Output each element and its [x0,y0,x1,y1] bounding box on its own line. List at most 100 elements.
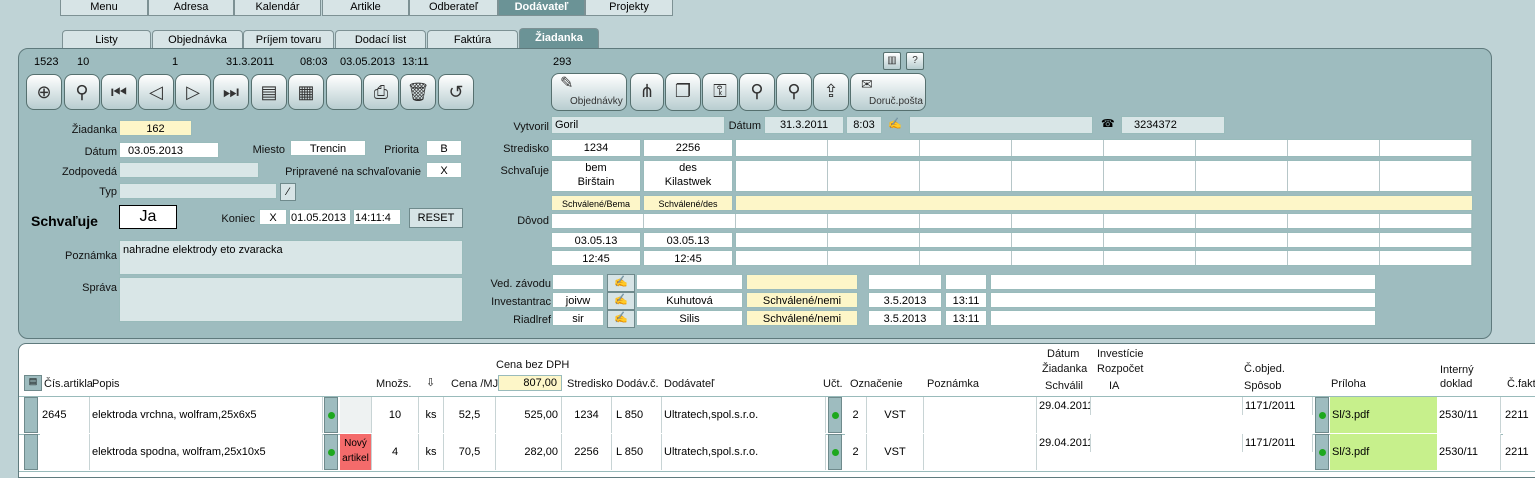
koniec-time-field[interactable]: 14:11:4 [353,209,401,225]
approval-1-sign-icon[interactable]: ✍ [607,274,635,292]
phone-field[interactable]: 3234372 [1121,116,1225,134]
sprava-field[interactable] [119,277,463,322]
cell-oznacenie[interactable]: VST [867,434,924,470]
cell-dodavatel[interactable]: Ultratech,spol.s.r.o. [662,397,826,433]
col-poznamka[interactable]: Poznámka [927,378,979,390]
dovod-cells[interactable] [551,213,1473,229]
tab-faktura[interactable]: Faktúra [427,30,518,49]
cell-mj[interactable]: ks [419,434,444,470]
cell-dodavatel[interactable]: Ultratech,spol.s.r.o. [662,434,826,470]
tab-artikle[interactable]: Artikle [322,0,409,16]
approval-3-sign-icon[interactable]: ✍ [607,310,635,328]
cell-priloha[interactable]: Sl/3.pdf [1330,434,1438,470]
row-status-button[interactable] [324,434,338,470]
cell-dodavc[interactable]: L 850 [612,434,662,470]
cell-investicie[interactable] [1091,397,1243,415]
tab-kalendar[interactable]: Kalendár [234,0,321,16]
supplier-status-button[interactable] [828,397,842,433]
col-rozpocet[interactable]: Rozpočet [1097,363,1143,375]
search-edit-icon[interactable]: ⚲ [776,73,812,111]
col-cis-artikla[interactable]: Čís.artikla [44,378,93,390]
datum-field[interactable]: 03.05.2013 [119,142,219,158]
cell-popis[interactable]: elektroda spodna, wolfram,25x10x5 [90,434,323,470]
export-icon[interactable]: ⇪ [813,73,849,111]
cell-mnoz[interactable]: 4 [372,434,419,470]
attachment-status-button[interactable] [1315,397,1329,433]
col-priloha[interactable]: Príloha [1331,378,1366,390]
notes-icon[interactable]: ▥ [883,52,901,70]
stredisko-1[interactable]: 1234 [551,139,641,157]
cell-oznacenie[interactable]: VST [867,397,924,433]
cell-interny[interactable]: 2530/11 [1437,397,1501,433]
cell-poznamka[interactable] [924,434,1037,470]
zodpoveda-field[interactable] [119,162,259,178]
approval-3-code[interactable]: sir [552,310,604,326]
reset-button[interactable]: RESET [409,208,463,228]
col-oznacenie[interactable]: Označenie [850,378,903,390]
col-schvalil[interactable]: Schválil [1045,380,1083,392]
cell-mnoz[interactable]: 10 [372,397,419,433]
tab-menu[interactable]: Menu [60,0,148,16]
typ-field[interactable] [119,183,277,199]
cell-priloha[interactable]: Sl/3.pdf [1330,397,1438,433]
cell-cis[interactable]: 2645 [40,397,90,433]
right-datum-field[interactable]: 31.3.2011 [764,116,844,134]
cell-dodavc[interactable]: L 850 [612,397,662,433]
col-mnozstvo[interactable]: Množs. [376,378,411,390]
tab-dodaci-list[interactable]: Dodací list [335,30,426,49]
poznamka-field[interactable]: nahradne elektrody eto zvaracka [119,240,463,275]
document-icon[interactable]: ▦ [288,74,324,110]
col-interny[interactable]: Interný [1440,364,1474,376]
col-dodav-c[interactable]: Dodáv.č. [616,378,659,390]
tab-dodavatel[interactable]: Dodávateľ [498,0,585,16]
blank-button[interactable] [326,74,362,110]
col-dodavatel[interactable]: Dodávateľ [664,378,714,390]
col-cena-mj[interactable]: Cena /MJ [451,378,498,390]
approval-3-name[interactable]: Silis [636,310,743,326]
dorucposta-button[interactable]: ✉ Doruč.pošta [850,73,926,111]
key-icon[interactable]: ⚿ [702,73,738,111]
cell-cena[interactable]: 70,5 [444,434,496,470]
next-icon[interactable]: ▷ [175,74,211,110]
cell-uct[interactable]: 2 [845,397,867,433]
new-record-icon[interactable]: ▤ [251,74,287,110]
tab-prijem-tovaru[interactable]: Príjem tovaru [243,30,334,49]
approval-2-note[interactable] [990,292,1376,308]
col-ziadanka[interactable]: Žiadanka [1042,363,1087,375]
approval-1-code[interactable] [552,274,604,290]
col-ia[interactable]: IA [1109,380,1119,392]
cell-stredisko[interactable]: 2256 [562,434,612,470]
previous-icon[interactable]: ◁ [138,74,174,110]
approval-3-note[interactable] [990,310,1376,326]
col-datum[interactable]: Dátum [1047,348,1079,360]
cell-uct[interactable]: 2 [845,434,867,470]
col-investicie[interactable]: Investície [1097,348,1143,360]
col-c-objed[interactable]: Č.objed. [1244,363,1285,375]
undo-icon[interactable]: ↺ [438,74,474,110]
cell-popis[interactable]: elektroda vrchna, wolfram,25x6x5 [90,397,323,433]
objednavky-button[interactable]: ✎ Objednávky [551,73,627,111]
row-status-button[interactable] [324,397,338,433]
tab-odberatel[interactable]: Odberateľ [409,0,498,16]
magnifier-icon[interactable]: ⚲ [64,74,100,110]
search-icon[interactable]: ⚲ [739,73,775,111]
col-popis[interactable]: Popis [92,378,120,390]
approval-2-name[interactable]: Kuhutová [636,292,743,308]
vytvoril-field[interactable]: Goril [551,116,725,134]
first-record-icon[interactable]: ⏮ [101,74,137,110]
right-blank-field[interactable] [909,116,1093,134]
schvaluje-field[interactable]: Ja [119,205,177,229]
cell-poznamka[interactable] [924,397,1037,433]
koniec-date-field[interactable]: 01.05.2013 [289,209,351,225]
tab-objednavka[interactable]: Objednávka [152,30,243,49]
supplier-status-button[interactable] [828,434,842,470]
miesto-field[interactable]: Trencin [290,140,366,156]
delete-icon[interactable]: 🗑 [400,74,436,110]
pripravene-field[interactable]: X [426,162,462,178]
hierarchy-icon[interactable]: ⋔ [630,73,664,111]
right-time-field[interactable]: 8:03 [846,116,882,134]
cell-investicie[interactable] [1091,434,1243,452]
cell-cis[interactable] [40,434,90,470]
user-icon[interactable]: ✍ [888,117,902,130]
help-icon[interactable]: ? [906,52,924,70]
